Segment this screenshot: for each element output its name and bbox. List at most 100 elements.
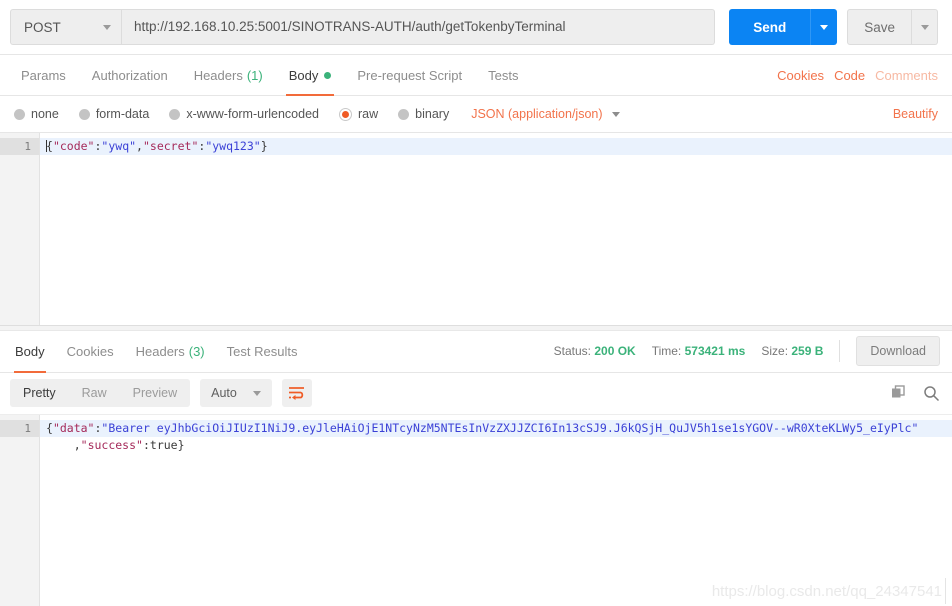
tab-label: Tests — [488, 67, 519, 83]
status-label: Status: — [553, 344, 591, 358]
radio-label: x-www-form-urlencoded — [186, 107, 319, 121]
download-button[interactable]: Download — [856, 336, 940, 366]
comments-link[interactable]: Comments — [875, 68, 938, 83]
view-raw-button[interactable]: Raw — [69, 379, 120, 407]
response-toolbar: Pretty Raw Preview Auto — [0, 372, 952, 415]
body-type-raw[interactable]: raw — [339, 107, 378, 121]
json-token-value: "Bearer eyJhbGciOiJIUzI1NiJ9.eyJleHAiOjE… — [101, 420, 919, 435]
response-body-viewer[interactable]: 1 {"data": "Bearer eyJhbGciOiJIUzI1NiJ9.e… — [0, 414, 952, 606]
request-url-bar: POST http://192.168.10.25:5001/SINOTRANS… — [0, 0, 952, 55]
tab-count-badge: (3) — [188, 343, 205, 359]
request-tabs-actions: Cookies Code Comments — [777, 55, 952, 95]
line-number: 1 — [0, 138, 39, 155]
request-editor-gutter: 1 — [0, 133, 40, 325]
json-key: "secret" — [142, 139, 199, 153]
radio-icon — [14, 108, 25, 120]
response-format-value: Auto — [211, 386, 237, 400]
status-badge: 200 OK — [594, 344, 636, 358]
json-punctuation: , — [136, 139, 143, 153]
word-wrap-toggle[interactable] — [281, 379, 312, 407]
send-button-group: Send — [729, 9, 838, 45]
code-link[interactable]: Code — [834, 68, 865, 83]
response-view-switcher: Pretty Raw Preview — [10, 379, 191, 407]
chevron-down-icon — [820, 24, 829, 30]
cookies-link[interactable]: Cookies — [777, 68, 824, 83]
json-punctuation: } — [260, 139, 268, 153]
body-type-form-data[interactable]: form-data — [78, 107, 150, 121]
json-punctuation: } — [177, 437, 185, 452]
view-preview-button[interactable]: Preview — [120, 379, 190, 407]
response-tab-headers[interactable]: Headers (3) — [125, 331, 216, 372]
radio-icon — [78, 108, 90, 120]
response-status-bar: Status: 200 OK Time: 573421 ms Size: 259… — [554, 331, 952, 372]
body-type-binary[interactable]: binary — [398, 107, 449, 121]
request-body-editor[interactable]: 1 {"code":"ywq","secret":"ywq123"} — [0, 132, 952, 325]
save-button[interactable]: Save — [847, 9, 912, 45]
modified-dot-icon — [324, 71, 332, 79]
view-pretty-button[interactable]: Pretty — [10, 379, 69, 407]
save-options-button[interactable] — [912, 9, 938, 45]
json-punctuation: , — [73, 437, 81, 452]
watermark-caret — [945, 578, 946, 604]
tab-body[interactable]: Body — [276, 55, 345, 96]
http-method-select[interactable]: POST — [10, 9, 122, 45]
size-value: 259 B — [791, 344, 824, 358]
response-toolbar-actions — [891, 385, 940, 402]
response-tab-cookies[interactable]: Cookies — [56, 331, 125, 372]
json-punctuation: : — [142, 437, 150, 452]
beautify-button[interactable]: Beautify — [893, 107, 938, 121]
request-editor-code[interactable]: {"code":"ywq","secret":"ywq123"} — [40, 133, 952, 325]
word-wrap-icon — [289, 387, 305, 400]
json-key: "code" — [52, 139, 95, 153]
content-type-select[interactable]: JSON (application/json) — [471, 107, 620, 121]
radio-label: binary — [415, 107, 450, 121]
tab-authorization[interactable]: Authorization — [79, 55, 181, 95]
body-type-row: none form-data x-www-form-urlencoded raw… — [0, 96, 952, 132]
tab-count-badge: (1) — [246, 67, 263, 83]
copy-icon — [892, 385, 905, 398]
chevron-down-icon — [920, 24, 929, 30]
time-group: Time: 573421 ms — [652, 344, 746, 358]
json-punctuation: { — [46, 139, 53, 153]
tab-label: Params — [21, 67, 66, 83]
radio-label: none — [31, 107, 59, 121]
divider — [839, 340, 841, 362]
response-tab-test-results[interactable]: Test Results — [216, 331, 309, 372]
tab-label: Authorization — [91, 67, 168, 83]
radio-selected-icon — [339, 107, 352, 121]
chevron-down-icon — [611, 111, 620, 117]
request-url-input[interactable]: http://192.168.10.25:5001/SINOTRANS-AUTH… — [122, 9, 716, 45]
response-tab-body[interactable]: Body — [4, 331, 56, 373]
json-key: "data" — [52, 420, 95, 435]
code-line: {"code":"ywq","secret":"ywq123"} — [40, 138, 952, 155]
tab-label: Test Results — [226, 343, 298, 359]
tab-params[interactable]: Params — [8, 55, 79, 95]
search-button[interactable] — [923, 385, 940, 402]
tab-tests[interactable]: Tests — [475, 55, 531, 95]
copy-button[interactable] — [891, 385, 907, 401]
body-type-none[interactable]: none — [14, 107, 59, 121]
response-gutter: 1 — [0, 414, 40, 606]
request-tabs: Params Authorization Headers (1) Body Pr… — [0, 55, 952, 96]
json-string-value: "ywq" — [101, 139, 137, 153]
line-number: 1 — [0, 419, 39, 437]
chevron-down-icon — [252, 390, 261, 396]
tab-pre-request-script[interactable]: Pre-request Script — [344, 55, 475, 95]
response-code[interactable]: {"data": "Bearer eyJhbGciOiJIUzI1NiJ9.eyJ… — [40, 415, 952, 606]
code-line: {"data":"Bearer eyJhbGciOiJIUzI1NiJ9.eyJ… — [40, 419, 952, 437]
radio-icon — [398, 108, 410, 120]
search-icon — [924, 385, 940, 401]
tab-headers[interactable]: Headers (1) — [181, 55, 276, 95]
body-type-urlencoded[interactable]: x-www-form-urlencoded — [169, 107, 319, 121]
time-value: 573421 ms — [684, 344, 746, 358]
json-punctuation: { — [46, 420, 53, 435]
radio-label: raw — [358, 107, 379, 121]
send-button[interactable]: Send — [729, 9, 811, 45]
status-group: Status: 200 OK — [554, 344, 636, 358]
radio-icon — [169, 108, 181, 120]
response-format-select[interactable]: Auto — [200, 379, 272, 407]
tab-label: Body — [15, 343, 45, 359]
send-options-button[interactable] — [810, 9, 838, 45]
radio-label: form-data — [95, 107, 150, 121]
content-type-value: JSON (application/json) — [471, 107, 603, 121]
